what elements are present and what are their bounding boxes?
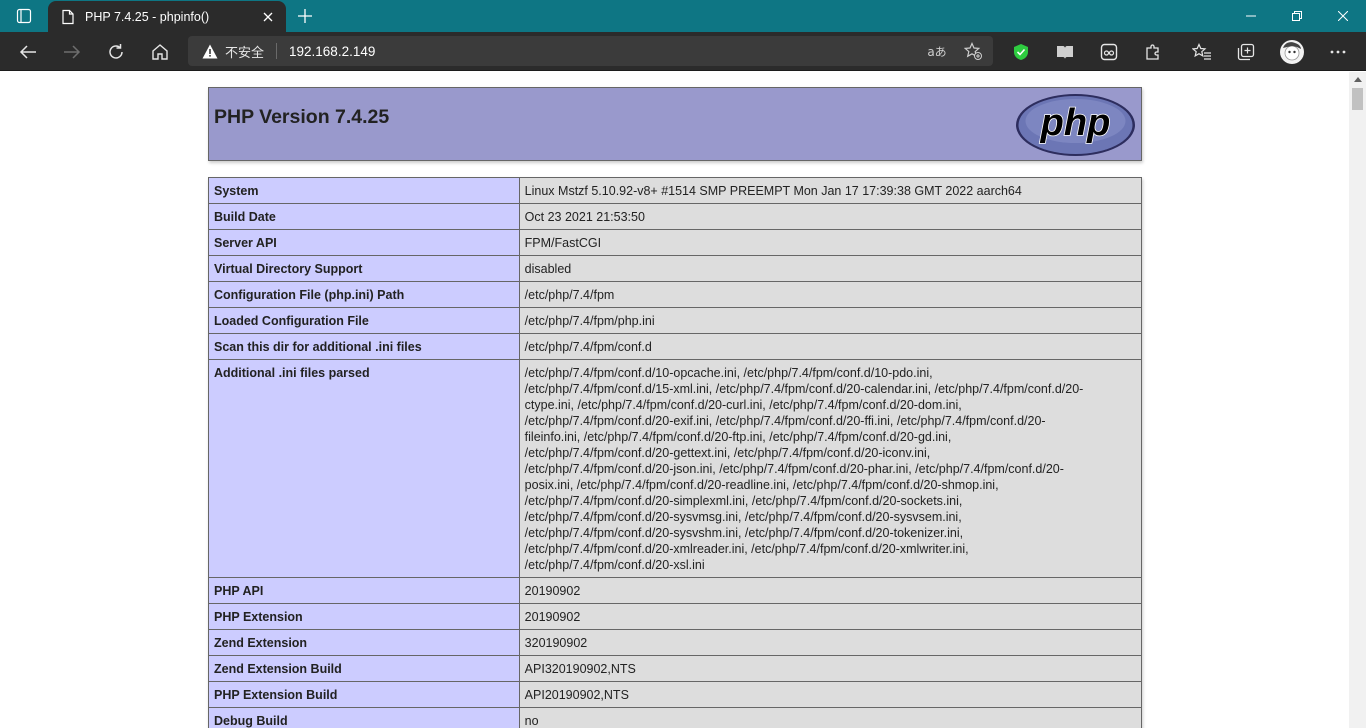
profile-avatar[interactable] (1276, 36, 1308, 68)
row-value: no (518, 707, 1143, 728)
scroll-up-icon[interactable] (1349, 72, 1366, 86)
row-key: Loaded Configuration File (208, 307, 520, 334)
browser-toolbar: 不安全 192.168.2.149 aあ (0, 32, 1366, 71)
table-row: Zend Extension Build API320190902,NTS (208, 655, 1143, 682)
security-label[interactable]: 不安全 (225, 42, 264, 61)
table-row: Build Date Oct 23 2021 21:53:50 (208, 203, 1143, 230)
home-icon[interactable] (144, 36, 176, 68)
row-value: API320190902,NTS (518, 655, 1143, 682)
table-row: PHP API 20190902 (208, 577, 1143, 604)
row-value: 320190902 (518, 629, 1143, 656)
row-key: Zend Extension (208, 629, 520, 656)
page-viewport: PHP Version 7.4.25 php System Linux Mstzf… (0, 72, 1349, 728)
php-favicon-icon (60, 9, 76, 25)
title-bar: PHP 7.4.25 - phpinfo() (0, 0, 1366, 32)
row-key: Zend Extension Build (208, 655, 520, 682)
tab-actions-icon[interactable] (8, 4, 40, 28)
table-row: Configuration File (php.ini) Path/etc/ph… (208, 281, 1143, 308)
plus-icon[interactable] (292, 4, 318, 28)
favorites-icon[interactable] (1186, 36, 1218, 68)
table-row: System Linux Mstzf 5.10.92-v8+ #1514 SMP … (208, 177, 1143, 204)
row-key: Virtual Directory Support (208, 255, 520, 282)
separator (276, 43, 278, 59)
php-logo: php (1016, 94, 1135, 156)
minimize-icon[interactable] (1228, 0, 1274, 32)
more-icon[interactable] (1322, 36, 1354, 68)
url-text[interactable]: 192.168.2.149 (289, 44, 375, 59)
row-value: disabled (518, 255, 1143, 282)
table-row: Virtual Directory Support disabled (208, 255, 1143, 282)
puzzle-icon[interactable] (1137, 36, 1169, 68)
row-key: PHP Extension (208, 603, 520, 630)
table-row: PHP Extension Build API20190902,NTS (208, 681, 1143, 708)
row-key: Build Date (208, 203, 520, 230)
tab-active[interactable]: PHP 7.4.25 - phpinfo() (48, 1, 286, 32)
row-key: System (208, 177, 520, 204)
table-row: Additional .ini files parsed/etc/php/7.4… (208, 359, 1143, 578)
row-value: /etc/php/7.4/fpm (518, 281, 1143, 308)
close-window-icon[interactable] (1320, 0, 1366, 32)
extension-game-icon[interactable] (1093, 36, 1125, 68)
table-row: Server API FPM/FastCGI (208, 229, 1143, 256)
scrollbar[interactable] (1349, 72, 1366, 728)
warning-icon[interactable] (201, 42, 219, 60)
row-value: FPM/FastCGI (518, 229, 1143, 256)
table-row: PHP Extension 20190902 (208, 603, 1143, 630)
table-row: Loaded Configuration File/etc/php/7.4/fp… (208, 307, 1143, 334)
row-value: 20190902 (518, 603, 1143, 630)
back-icon[interactable] (12, 36, 44, 68)
table-row: Zend Extension 320190902 (208, 629, 1143, 656)
refresh-icon[interactable] (100, 36, 132, 68)
row-key: PHP API (208, 577, 520, 604)
row-value: Oct 23 2021 21:53:50 (518, 203, 1143, 230)
table-row: Scan this dir for additional .ini files /… (208, 333, 1143, 360)
row-value: Linux Mstzf 5.10.92-v8+ #1514 SMP PREEMP… (518, 177, 1143, 204)
row-key: Server API (208, 229, 520, 256)
row-key: Configuration File (php.ini) Path (208, 281, 520, 308)
page-title: PHP Version 7.4.25 (214, 106, 390, 128)
read-aloud-icon[interactable]: aあ (925, 39, 949, 63)
collections-icon[interactable] (1230, 36, 1262, 68)
row-value: API20190902,NTS (518, 681, 1143, 708)
row-key: Additional .ini files parsed (208, 359, 520, 578)
row-value: /etc/php/7.4/fpm/conf.d/10-opcache.ini, … (518, 359, 1143, 578)
address-bar[interactable]: 不安全 192.168.2.149 aあ (188, 36, 993, 66)
close-icon[interactable] (260, 9, 276, 25)
php-version-header: PHP Version 7.4.25 php (208, 87, 1142, 161)
php-logo-text: php (1040, 102, 1111, 144)
reader-icon[interactable] (1049, 36, 1081, 68)
forward-icon[interactable] (56, 36, 88, 68)
tab-title: PHP 7.4.25 - phpinfo() (85, 9, 210, 24)
row-key: Debug Build (208, 707, 520, 728)
row-key: Scan this dir for additional .ini files (208, 333, 520, 360)
scroll-thumb[interactable] (1352, 88, 1363, 110)
row-key: PHP Extension Build (208, 681, 520, 708)
add-favorite-icon[interactable] (961, 39, 985, 63)
info-table: System Linux Mstzf 5.10.92-v8+ #1514 SMP … (208, 177, 1143, 728)
restore-icon[interactable] (1274, 0, 1320, 32)
row-value: /etc/php/7.4/fpm/php.ini (518, 307, 1143, 334)
table-row: Debug Build no (208, 707, 1143, 728)
row-value: /etc/php/7.4/fpm/conf.d (518, 333, 1143, 360)
shield-icon[interactable] (1005, 36, 1037, 68)
row-value: 20190902 (518, 577, 1143, 604)
